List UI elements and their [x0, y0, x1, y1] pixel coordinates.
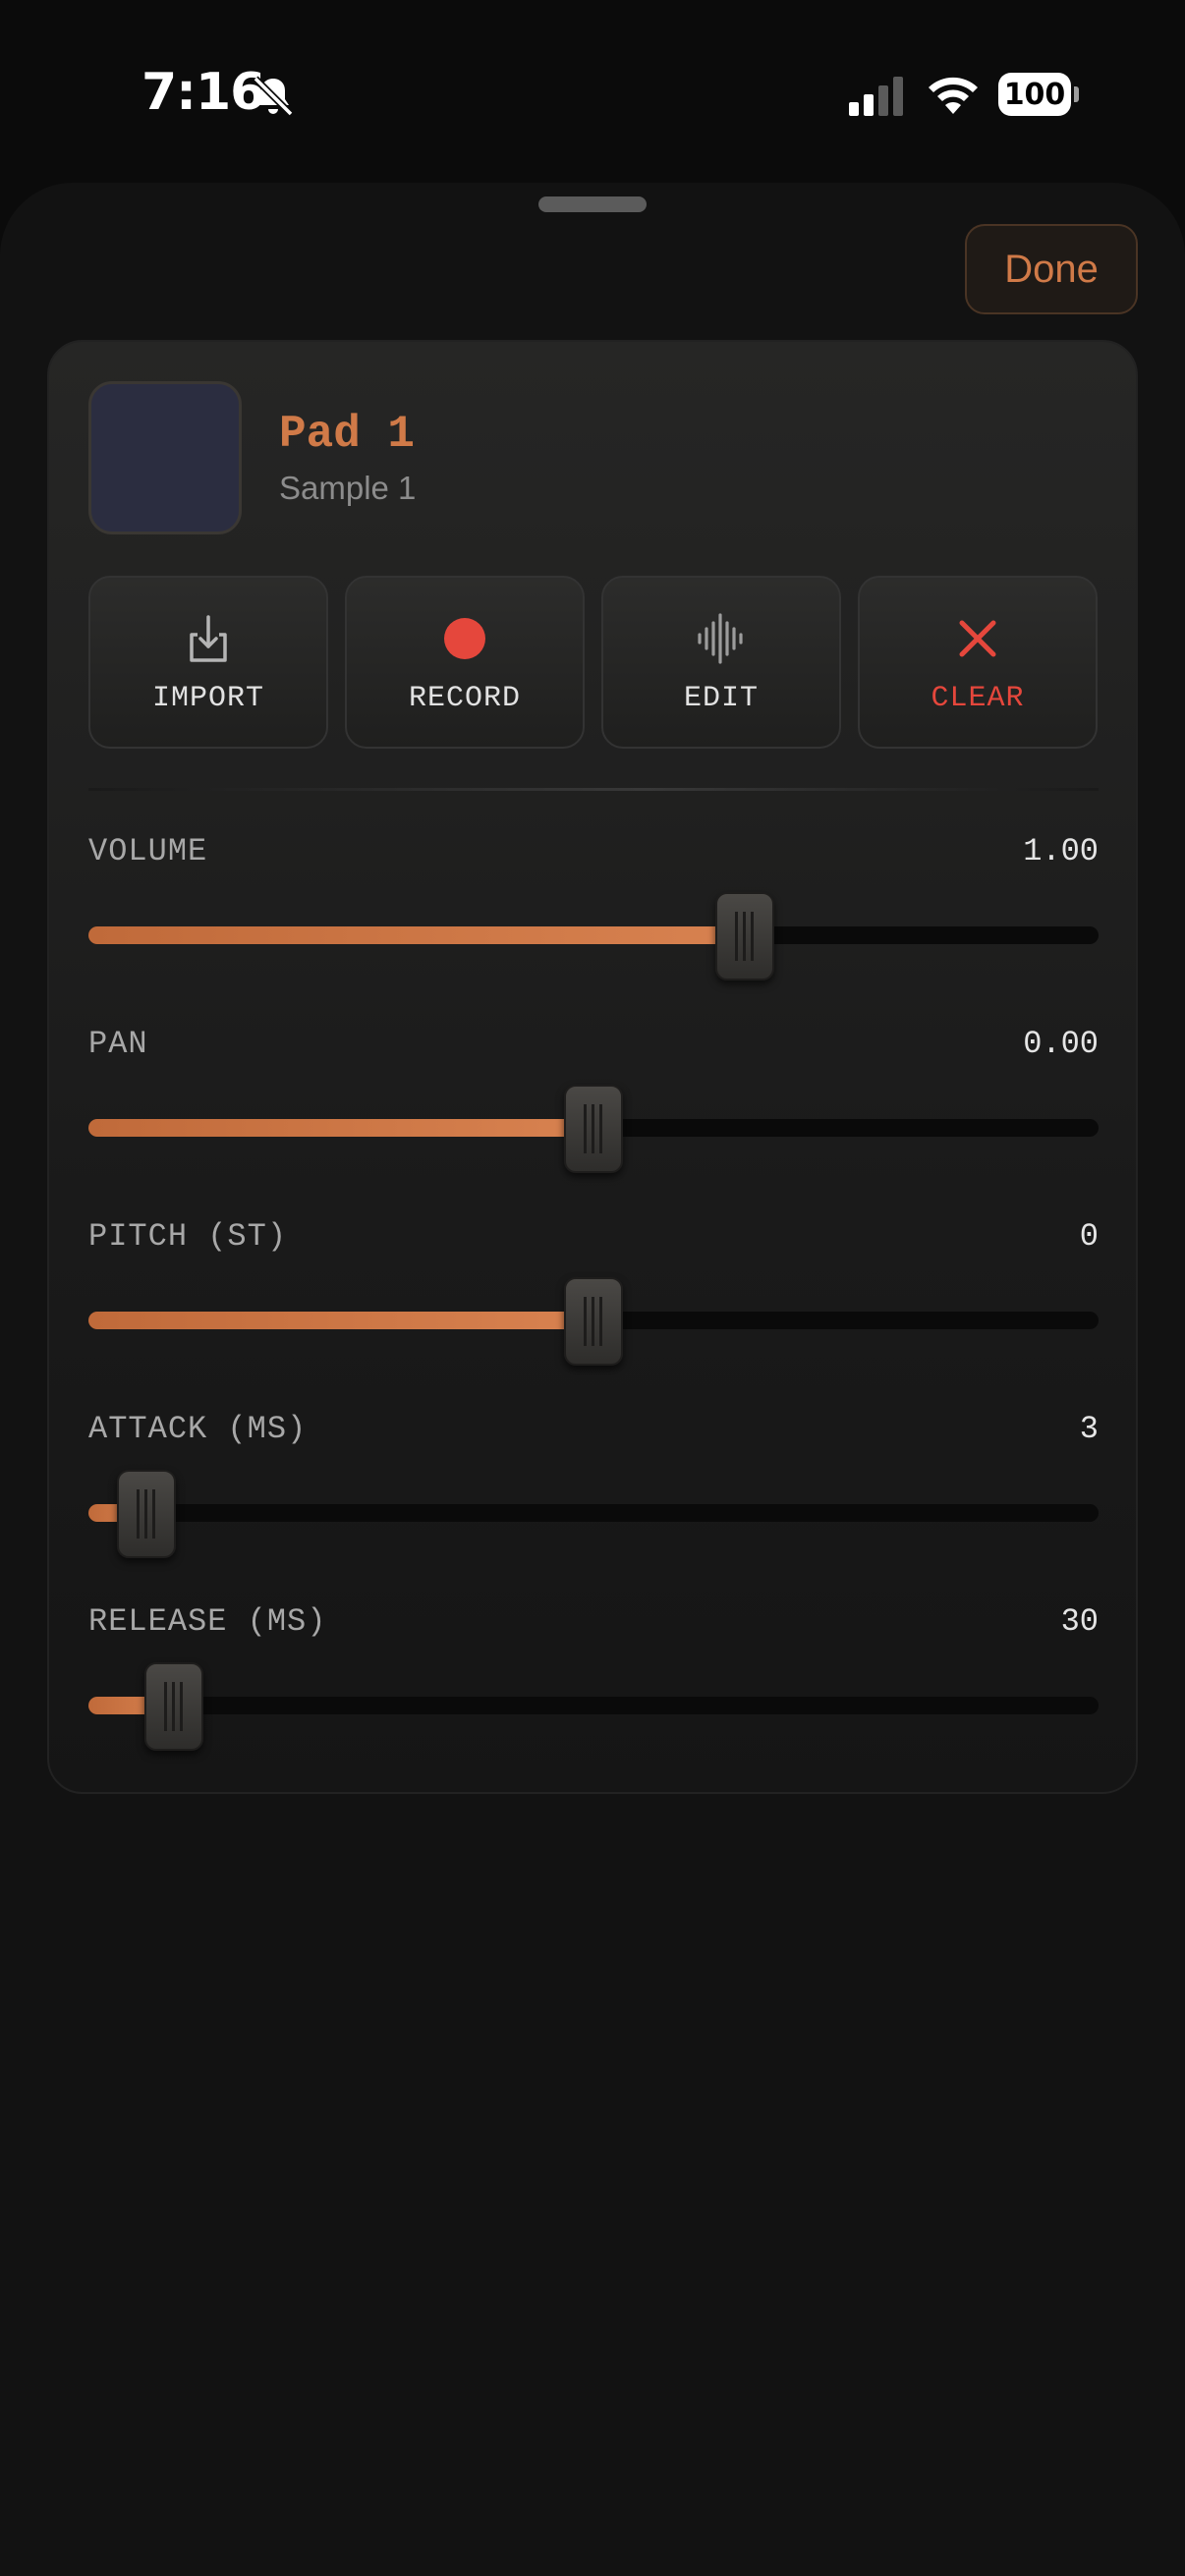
close-x-icon [959, 620, 996, 657]
action-buttons: IMPORT RECORD EDIT CLEAR [88, 576, 1100, 749]
battery-indicator: 100 [998, 73, 1079, 116]
pad-card: Pad 1 Sample 1 IMPORT RECORD EDIT CLEAR … [47, 340, 1138, 1794]
pan-control: PAN 0.00 [88, 1026, 1099, 1173]
status-time: 7:16 [141, 63, 265, 122]
battery-nub [1074, 86, 1079, 102]
volume-control: VOLUME 1.00 [88, 833, 1099, 980]
battery-level: 100 [998, 73, 1071, 116]
pitch-value: 0 [1079, 1218, 1099, 1255]
pitch-slider-thumb[interactable] [564, 1277, 623, 1366]
release-control: RELEASE (MS) 30 [88, 1603, 1099, 1751]
pitch-label: PITCH (ST) [88, 1218, 288, 1255]
attack-slider-track[interactable] [88, 1504, 1099, 1522]
volume-value: 1.00 [1023, 833, 1099, 869]
silent-bell-icon [253, 76, 294, 117]
release-label: RELEASE (MS) [88, 1603, 327, 1640]
clear-label: CLEAR [931, 682, 1025, 715]
import-icon [190, 615, 227, 662]
sheet-grabber[interactable] [538, 196, 647, 212]
pitch-slider-fill [88, 1312, 593, 1329]
attack-value: 3 [1079, 1411, 1099, 1447]
status-bar: 7:16 100 [0, 0, 1185, 187]
record-label: RECORD [408, 682, 522, 715]
section-divider [88, 788, 1099, 791]
volume-slider-thumb[interactable] [715, 892, 775, 980]
record-button[interactable]: RECORD [345, 576, 585, 749]
attack-label: ATTACK (MS) [88, 1411, 308, 1447]
edit-button[interactable]: EDIT [601, 576, 841, 749]
pan-value: 0.00 [1023, 1026, 1099, 1062]
clear-button[interactable]: CLEAR [858, 576, 1098, 749]
record-dot-icon [444, 618, 485, 659]
pan-slider-thumb[interactable] [564, 1085, 623, 1173]
pitch-control: PITCH (ST) 0 [88, 1218, 1099, 1366]
release-slider-thumb[interactable] [144, 1662, 204, 1751]
import-button[interactable]: IMPORT [88, 576, 328, 749]
pad-settings-sheet: Done Pad 1 Sample 1 IMPORT RECORD EDIT C… [0, 183, 1185, 2576]
volume-label: VOLUME [88, 833, 208, 869]
pad-title: Pad 1 [279, 409, 416, 460]
volume-slider-fill [88, 926, 746, 944]
pad-thumbnail [88, 381, 242, 534]
cellular-signal-icon [849, 77, 903, 116]
pad-sample-name: Sample 1 [279, 470, 417, 506]
release-value: 30 [1060, 1603, 1099, 1640]
pan-slider-fill [88, 1119, 593, 1137]
done-button[interactable]: Done [965, 224, 1138, 314]
attack-slider-thumb[interactable] [116, 1470, 176, 1558]
import-label: IMPORT [151, 682, 265, 715]
attack-control: ATTACK (MS) 3 [88, 1411, 1099, 1558]
edit-label: EDIT [683, 682, 759, 715]
release-slider-track[interactable] [88, 1697, 1099, 1714]
waveform-icon [698, 613, 743, 664]
pan-label: PAN [88, 1026, 148, 1062]
wifi-icon [929, 77, 978, 114]
